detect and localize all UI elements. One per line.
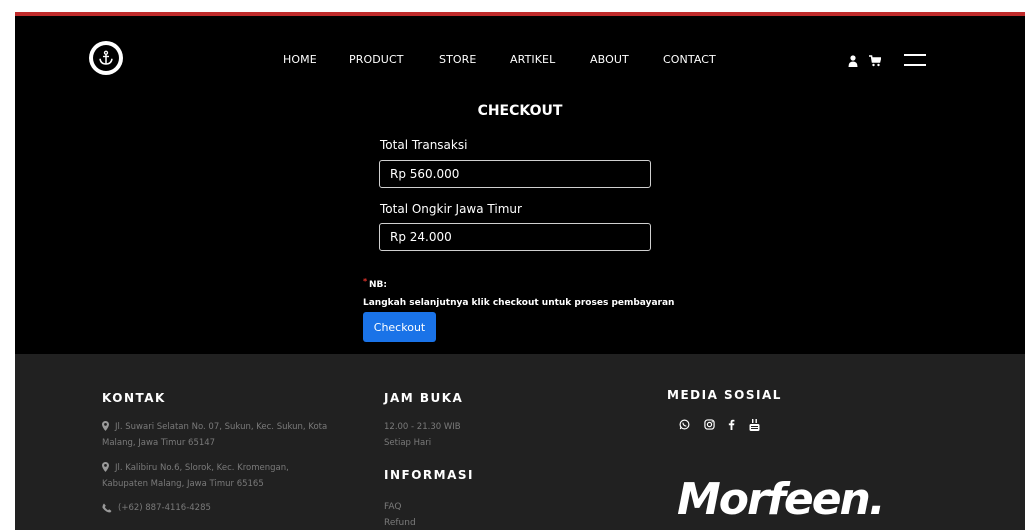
total-transaksi-label: Total Transaksi [380,138,468,152]
address-2-line-2: Kabupaten Malang, Jawa Timur 65165 [102,479,264,489]
address-2-line-1: Jl. Kalibiru No.6, Slorok, Kec. Kromenga… [115,463,289,473]
refund-link[interactable]: Refund [384,518,416,528]
address-1-line-1: Jl. Suwari Selatan No. 07, Sukun, Kec. S… [115,422,328,432]
informasi-heading: INFORMASI [384,468,474,482]
nav-store[interactable]: STORE [439,53,476,66]
phone-icon [102,503,112,516]
whatsapp-icon[interactable] [679,419,690,433]
map-marker-icon [102,462,109,475]
nb-instruction: Langkah selanjutnya klik checkout untuk … [363,298,675,308]
opening-hours: 12.00 - 21.30 WIB [384,422,461,432]
required-asterisk-icon: * [363,277,368,286]
facebook-icon[interactable] [728,419,735,433]
youtube-icon[interactable] [749,419,760,434]
page: HOME PRODUCT STORE ARTIKEL ABOUT CONTACT [15,16,1025,530]
map-marker-icon [102,421,109,434]
total-transaksi-field[interactable]: Rp 560.000 [379,160,651,188]
nav-about[interactable]: ABOUT [590,53,629,66]
cart-icon[interactable] [869,52,882,71]
site-header: HOME PRODUCT STORE ARTIKEL ABOUT CONTACT [15,16,1025,96]
instagram-icon[interactable] [704,419,715,433]
media-sosial-heading: MEDIA SOSIAL [667,388,782,402]
checkout-title: CHECKOUT [477,103,563,119]
total-ongkir-label: Total Ongkir Jawa Timur [380,202,522,216]
site-footer: KONTAK Jl. Suwari Selatan No. 07, Sukun,… [15,354,1025,530]
faq-link[interactable]: FAQ [384,502,401,512]
total-ongkir-field[interactable]: Rp 24.000 [379,223,651,251]
jam-buka-heading: JAM BUKA [384,391,464,405]
phone-number[interactable]: (+62) 887-4116-4285 [118,501,211,515]
address-1-line-2: Malang, Jawa Timur 65147 [102,438,216,448]
nav-home[interactable]: HOME [283,53,317,66]
nav-product[interactable]: PRODUCT [349,53,404,66]
kontak-heading: KONTAK [102,391,166,405]
checkout-button[interactable]: Checkout [363,312,436,342]
opening-days: Setiap Hari [384,438,432,448]
user-icon[interactable] [848,52,858,71]
hamburger-menu-icon[interactable] [904,54,926,66]
nav-artikel[interactable]: ARTIKEL [510,53,555,66]
nb-label: NB: [369,280,387,290]
brand-logo: Morfeen. [677,474,886,525]
nav-contact[interactable]: CONTACT [663,53,716,66]
